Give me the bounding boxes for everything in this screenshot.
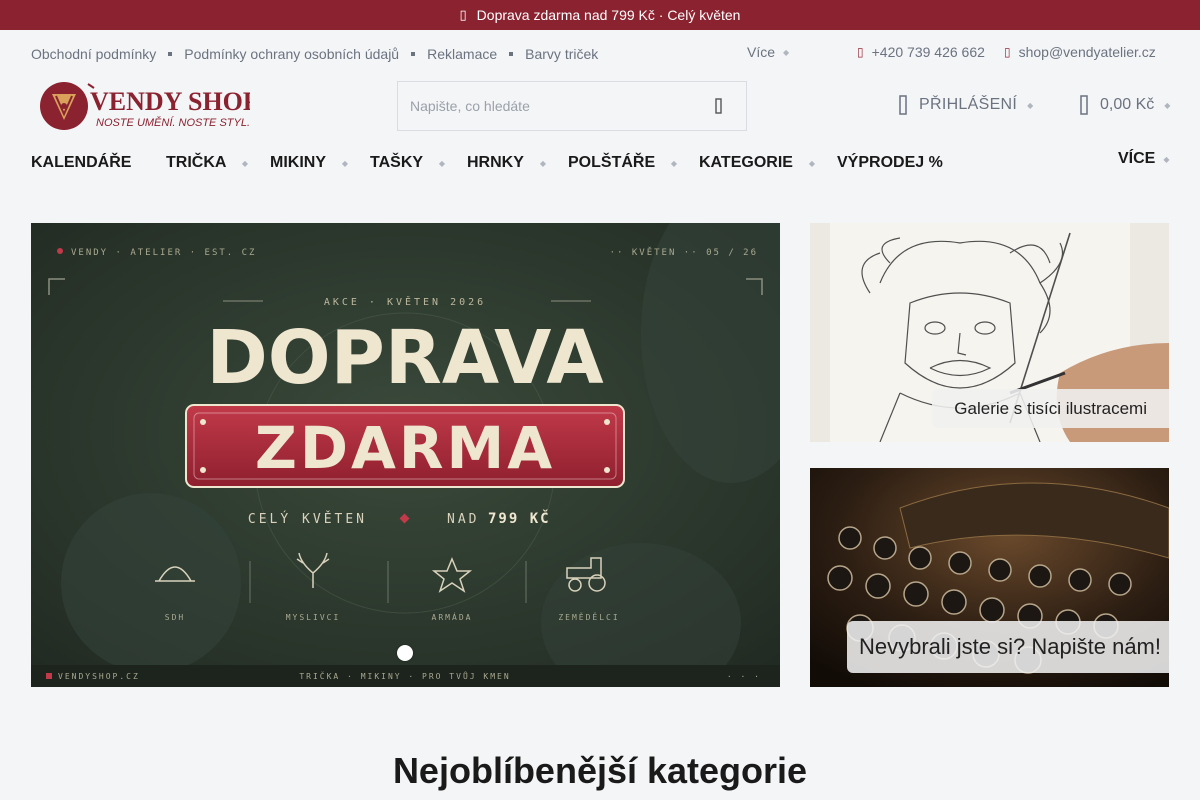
contact-email[interactable]: ▯ shop@vendyatelier.cz bbox=[1004, 44, 1156, 60]
banner-footer-left: VENDYSHOP.CZ bbox=[58, 672, 140, 681]
chevron-down-icon: ◆ bbox=[1163, 154, 1170, 164]
chevron-down-icon: ◆ bbox=[783, 47, 790, 57]
logo-tagline: NOSTE UMĚNÍ. NOSTE STYL. bbox=[96, 116, 250, 129]
banner-top-right: ·· KVĚTEN ·· 05 / 26 bbox=[610, 246, 758, 258]
link-terms[interactable]: Obchodní podmínky bbox=[31, 46, 156, 62]
nav-item[interactable]: KALENDÁŘE bbox=[31, 154, 166, 172]
carousel-dot-active[interactable] bbox=[397, 645, 413, 661]
separator-dot bbox=[168, 52, 173, 56]
nav-item[interactable]: POLŠTÁŘE ◆ bbox=[568, 154, 699, 172]
banner-icon-label: ZEMĚDĚLCI bbox=[558, 611, 619, 622]
announcement-text: Doprava zdarma nad 799 Kč · Celý květen bbox=[476, 7, 741, 23]
search-input[interactable] bbox=[410, 98, 704, 114]
nav-item-label: POLŠTÁŘE bbox=[568, 154, 656, 171]
nav-more-label: VÍCE bbox=[1118, 150, 1156, 167]
banner-top-left: VENDY · ATELIER · EST. CZ bbox=[71, 248, 256, 258]
more-links-dropdown[interactable]: Více ◆ bbox=[747, 44, 789, 60]
nav-item-label: TRIČKA bbox=[166, 154, 227, 171]
nav-item-label: MIKINY bbox=[270, 154, 326, 171]
nav-item-label: VÝPRODEJ % bbox=[837, 154, 943, 171]
search-box bbox=[397, 81, 747, 131]
search-icon[interactable] bbox=[704, 91, 734, 121]
banner-icon-label: ARMÁDA bbox=[432, 611, 473, 622]
nav-item[interactable]: MIKINY ◆ bbox=[270, 154, 370, 172]
announcement-bar: ▯ Doprava zdarma nad 799 Kč · Celý květe… bbox=[0, 0, 1200, 30]
contact-caption: Nevybrali jste si? Napište nám! bbox=[846, 621, 1169, 673]
more-links-label: Více bbox=[747, 44, 776, 60]
promo-contact[interactable]: Nevybrali jste si? Napište nám! bbox=[810, 468, 1169, 687]
nav-item[interactable]: KATEGORIE ◆ bbox=[699, 154, 837, 172]
chevron-down-icon: ◆ bbox=[1027, 100, 1034, 110]
nav-item[interactable]: TRIČKA ◆ bbox=[166, 154, 270, 172]
banner-sub-left: CELÝ KVĚTEN bbox=[248, 511, 367, 527]
separator-dot bbox=[411, 52, 416, 56]
truck-icon: ▯ bbox=[459, 7, 467, 23]
section-heading: Nejoblíbenější kategorie bbox=[392, 750, 808, 791]
banner-sub-right-value: 799 KČ bbox=[488, 509, 551, 527]
chevron-down-icon: ◆ bbox=[670, 158, 677, 168]
nav-item-label: TAŠKY bbox=[370, 154, 424, 171]
promo-gallery[interactable]: Galerie s tisíci ilustracemi bbox=[810, 223, 1169, 442]
info-links: Obchodní podmínky Podmínky ochrany osobn… bbox=[31, 44, 598, 64]
banner-plate: ZDARMA bbox=[255, 414, 555, 482]
link-shirt-colors[interactable]: Barvy triček bbox=[525, 46, 598, 62]
nav-item-label: KALENDÁŘE bbox=[31, 154, 132, 171]
main-nav: KALENDÁŘE TRIČKA ◆ MIKINY ◆ TAŠKY ◆ HRNKY ◆ POLŠT… bbox=[31, 150, 957, 176]
nav-item-label: HRNKY bbox=[467, 154, 524, 171]
banner-footer-mid: TRIČKA · MIKINY · PRO TVŮJ KMEN bbox=[299, 670, 510, 681]
hero-banner[interactable]: VENDY · ATELIER · EST. CZ ·· KVĚTEN ·· 0… bbox=[31, 223, 780, 687]
login-label: PŘIHLÁŠENÍ bbox=[919, 96, 1018, 113]
user-icon bbox=[899, 95, 907, 115]
chevron-down-icon: ◆ bbox=[808, 158, 815, 168]
chevron-down-icon: ◆ bbox=[241, 158, 248, 168]
banner-title: DOPRAVA bbox=[206, 315, 603, 401]
nav-item[interactable]: TAŠKY ◆ bbox=[370, 154, 467, 172]
banner-icon-label: MYSLIVCI bbox=[286, 613, 341, 622]
contact-phone[interactable]: ▯ +420 739 426 662 bbox=[857, 44, 985, 60]
link-privacy[interactable]: Podmínky ochrany osobních údajů bbox=[184, 46, 399, 62]
phone-number: +420 739 426 662 bbox=[871, 44, 985, 60]
gallery-caption: Galerie s tisíci ilustracemi bbox=[932, 389, 1169, 428]
nav-more[interactable]: VÍCE ◆ bbox=[1118, 150, 1170, 168]
chevron-down-icon: ◆ bbox=[1164, 100, 1171, 110]
logo-name: VENDY SHOP bbox=[90, 87, 250, 116]
banner-sub-right-prefix: NAD bbox=[447, 512, 479, 527]
separator-dot bbox=[509, 52, 514, 56]
cart-button[interactable]: 0,00 Kč ◆ bbox=[1078, 94, 1170, 116]
chevron-down-icon: ◆ bbox=[341, 158, 348, 168]
login-button[interactable]: PŘIHLÁŠENÍ ◆ bbox=[897, 94, 1034, 116]
banner-footer-right: · · · bbox=[727, 672, 761, 681]
link-complaints[interactable]: Reklamace bbox=[427, 46, 497, 62]
nav-item[interactable]: HRNKY ◆ bbox=[467, 154, 568, 172]
nav-item-label: KATEGORIE bbox=[699, 154, 793, 171]
cart-total: 0,00 Kč bbox=[1100, 96, 1155, 113]
site-logo[interactable]: VENDY SHOP NOSTE UMĚNÍ. NOSTE STYL. bbox=[40, 80, 259, 134]
email-address: shop@vendyatelier.cz bbox=[1018, 44, 1156, 60]
cart-icon bbox=[1080, 95, 1088, 115]
chevron-down-icon: ◆ bbox=[539, 158, 546, 168]
email-icon: ▯ bbox=[1004, 45, 1011, 59]
nav-item[interactable]: VÝPRODEJ % bbox=[837, 154, 957, 172]
banner-kicker: AKCE · KVĚTEN 2026 bbox=[324, 295, 486, 308]
banner-icon-label: SDH bbox=[165, 613, 185, 622]
phone-icon: ▯ bbox=[857, 45, 864, 59]
chevron-down-icon: ◆ bbox=[438, 158, 445, 168]
